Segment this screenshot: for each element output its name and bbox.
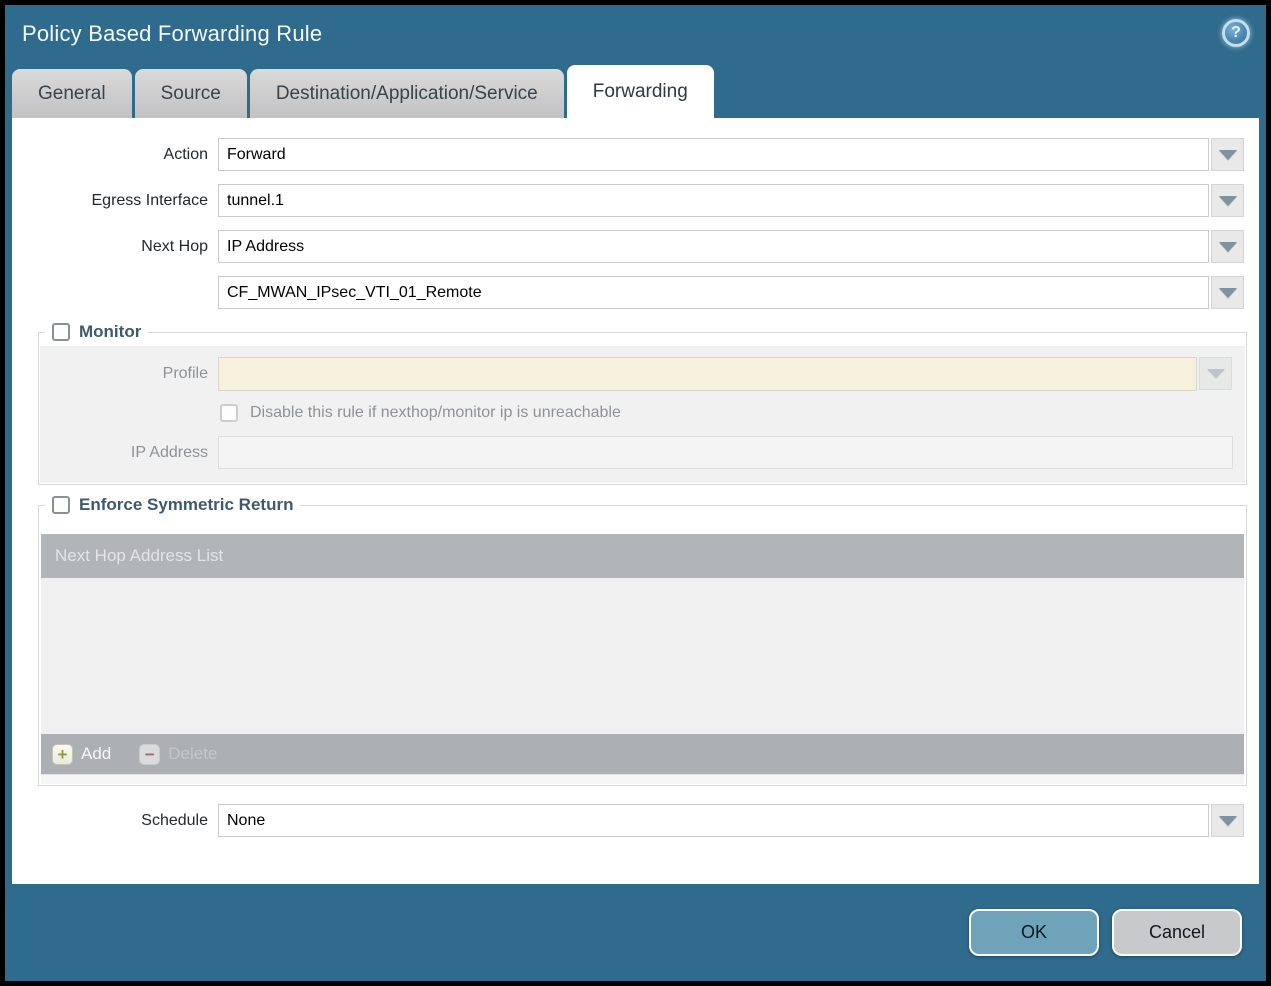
monitor-ip-address-value (218, 436, 1233, 469)
forwarding-tab-panel: Action Forward Egress Interface tunnel.1 (12, 118, 1259, 884)
enforce-symmetric-return-group: Enforce Symmetric Return Next Hop Addres… (38, 495, 1247, 786)
schedule-label: Schedule (141, 811, 208, 829)
monitor-legend: Monitor (45, 322, 148, 342)
next-hop-row: Next Hop IP Address (12, 230, 1244, 263)
monitor-legend-label: Monitor (79, 322, 142, 341)
monitor-ip-address-row: IP Address (40, 436, 1245, 469)
next-hop-address-dropdown-button[interactable] (1211, 276, 1244, 309)
schedule-value[interactable]: None (218, 804, 1209, 837)
policy-based-forwarding-dialog: Policy Based Forwarding Rule ? General S… (5, 5, 1266, 981)
monitor-ip-address-combo (218, 436, 1233, 469)
action-combo: Forward (218, 138, 1244, 171)
next-hop-type-value[interactable]: IP Address (218, 230, 1209, 263)
tab-forwarding[interactable]: Forwarding (566, 65, 714, 118)
profile-combo (218, 357, 1232, 391)
monitor-group: Monitor Profile Disable this rule if nex… (38, 322, 1247, 485)
egress-interface-label: Egress Interface (91, 191, 209, 209)
next-hop-address-list-header: Next Hop Address List (41, 534, 1244, 578)
next-hop-dropdown-button[interactable] (1211, 230, 1244, 263)
chevron-down-icon (1218, 195, 1237, 206)
dialog-action-bar: OK Cancel (5, 884, 1266, 981)
help-icon[interactable]: ? (1222, 19, 1250, 47)
egress-interface-combo: tunnel.1 (218, 184, 1244, 217)
dialog-titlebar: Policy Based Forwarding Rule ? (5, 5, 1266, 63)
schedule-row: Schedule None (12, 804, 1244, 837)
chevron-down-icon (1206, 368, 1225, 379)
next-hop-address-list-toolbar: + Add − Delete (41, 734, 1244, 774)
dialog-title: Policy Based Forwarding Rule (22, 21, 323, 46)
ok-button[interactable]: OK (969, 909, 1099, 956)
cancel-button[interactable]: Cancel (1112, 909, 1242, 956)
next-hop-combo: IP Address (218, 230, 1244, 263)
add-button-label: Add (81, 744, 112, 763)
tab-destination-application-service[interactable]: Destination/Application/Service (249, 69, 564, 118)
action-label: Action (163, 145, 208, 163)
chevron-down-icon (1218, 815, 1237, 826)
monitor-ip-address-label: IP Address (130, 443, 208, 461)
enforce-symmetric-return-legend: Enforce Symmetric Return (45, 495, 300, 515)
schedule-combo: None (218, 804, 1244, 837)
profile-dropdown-button (1199, 357, 1232, 390)
next-hop-address-value[interactable]: CF_MWAN_IPsec_VTI_01_Remote (218, 276, 1209, 309)
disable-rule-checkbox (220, 404, 238, 422)
next-hop-address-row: CF_MWAN_IPsec_VTI_01_Remote (12, 276, 1244, 309)
monitor-checkbox[interactable] (52, 323, 70, 341)
profile-value (218, 357, 1197, 391)
egress-interface-row: Egress Interface tunnel.1 (12, 184, 1244, 217)
next-hop-address-list-body[interactable] (41, 578, 1244, 734)
delete-button-label: Delete (168, 744, 218, 763)
profile-row: Profile (40, 357, 1245, 391)
chevron-down-icon (1218, 287, 1237, 298)
action-dropdown-button[interactable] (1211, 138, 1244, 171)
plus-icon: + (52, 743, 73, 765)
tab-bar: General Source Destination/Application/S… (5, 63, 1266, 118)
disable-rule-row: Disable this rule if nexthop/monitor ip … (220, 404, 1245, 422)
disable-rule-label: Disable this rule if nexthop/monitor ip … (250, 404, 621, 421)
table-scrollbar-track[interactable] (41, 774, 1244, 784)
screen: Policy Based Forwarding Rule ? General S… (0, 0, 1271, 986)
egress-interface-value[interactable]: tunnel.1 (218, 184, 1209, 217)
action-value[interactable]: Forward (218, 138, 1209, 171)
next-hop-address-combo: CF_MWAN_IPsec_VTI_01_Remote (218, 276, 1244, 309)
monitor-panel: Profile Disable this rule if nexthop/mon… (40, 346, 1245, 483)
tab-general[interactable]: General (12, 69, 132, 118)
action-row: Action Forward (12, 138, 1244, 171)
add-button[interactable]: + Add (52, 743, 112, 765)
chevron-down-icon (1218, 241, 1237, 252)
next-hop-label: Next Hop (141, 237, 208, 255)
delete-button: − Delete (139, 743, 218, 765)
chevron-down-icon (1218, 149, 1237, 160)
schedule-dropdown-button[interactable] (1211, 804, 1244, 837)
profile-label: Profile (162, 364, 208, 382)
tab-source[interactable]: Source (134, 69, 247, 118)
egress-interface-dropdown-button[interactable] (1211, 184, 1244, 217)
minus-icon: − (139, 743, 161, 765)
enforce-symmetric-return-legend-label: Enforce Symmetric Return (79, 495, 294, 514)
next-hop-address-list-table: Next Hop Address List + Add − Delete (41, 534, 1244, 784)
enforce-symmetric-return-checkbox[interactable] (52, 496, 70, 514)
